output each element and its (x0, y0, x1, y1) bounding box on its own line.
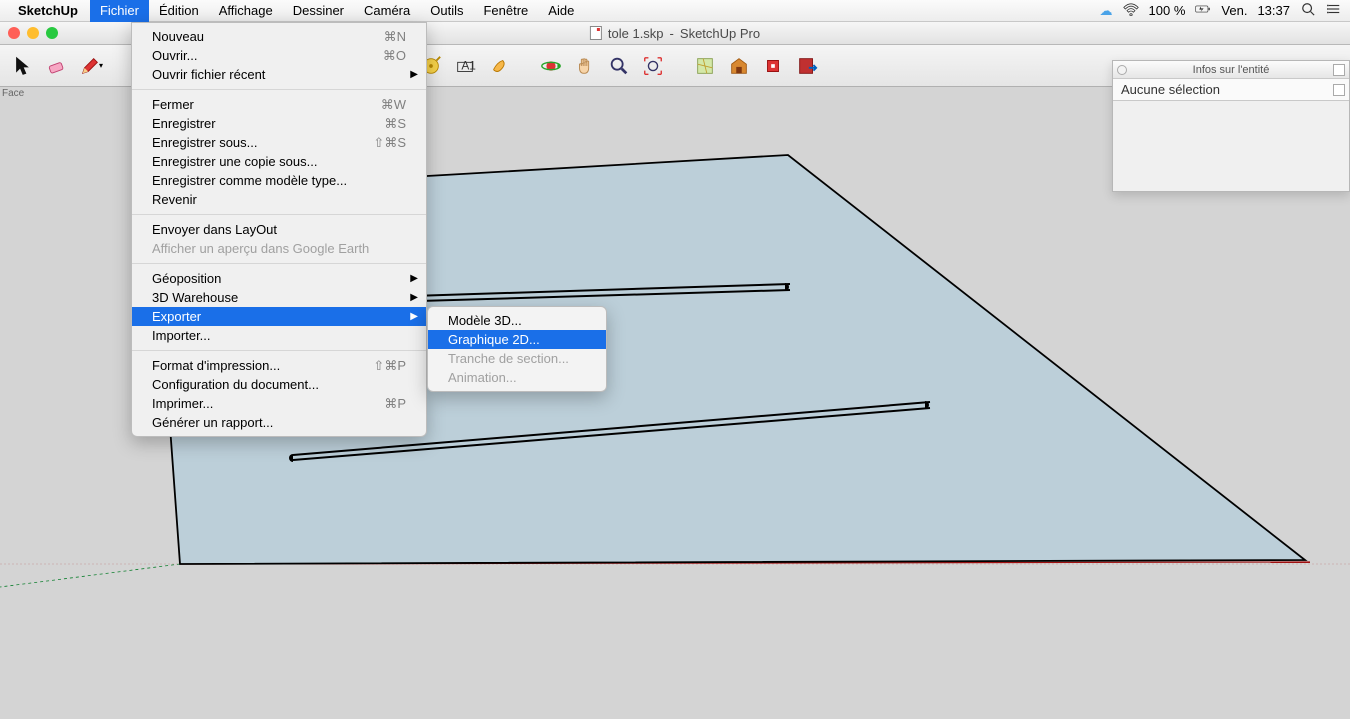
panel-close-icon[interactable] (1117, 65, 1127, 75)
document-name: tole 1.skp (608, 26, 664, 41)
menu-ouvrir[interactable]: Ouvrir...⌘O (132, 46, 426, 65)
panel-titlebar[interactable]: Infos sur l'entité (1113, 61, 1349, 79)
menu-dessiner[interactable]: Dessiner (283, 0, 354, 22)
menu-separator (132, 214, 426, 215)
panel-expand-icon[interactable] (1333, 84, 1345, 96)
title-separator: - (670, 26, 674, 41)
menu-nouveau[interactable]: Nouveau⌘N (132, 27, 426, 46)
submenu-tranche-section: Tranche de section... (428, 349, 606, 368)
menu-importer[interactable]: Importer... (132, 326, 426, 345)
menu-icon[interactable] (1326, 2, 1342, 19)
menu-affichage[interactable]: Affichage (209, 0, 283, 22)
battery-percent: 100 % (1149, 3, 1186, 18)
menu-format-impression[interactable]: Format d'impression...⇧⌘P (132, 356, 426, 375)
close-button[interactable] (8, 27, 20, 39)
menu-enregistrer-sous[interactable]: Enregistrer sous...⇧⌘S (132, 133, 426, 152)
menu-generer-rapport[interactable]: Générer un rapport... (132, 413, 426, 432)
panel-selection-row: Aucune sélection (1113, 79, 1349, 101)
menu-imprimer[interactable]: Imprimer...⌘P (132, 394, 426, 413)
status-label: Face (2, 88, 24, 99)
menu-separator (132, 89, 426, 90)
extension-warehouse-tool[interactable] (758, 51, 788, 81)
menu-enregistrer-modele[interactable]: Enregistrer comme modèle type... (132, 171, 426, 190)
zoom-tool[interactable] (604, 51, 634, 81)
app-name[interactable]: SketchUp (18, 3, 78, 18)
menu-ouvrir-recent[interactable]: Ouvrir fichier récent▶ (132, 65, 426, 84)
maximize-button[interactable] (46, 27, 58, 39)
spotlight-icon[interactable] (1300, 2, 1316, 19)
entity-info-panel: Infos sur l'entité Aucune sélection (1112, 60, 1350, 192)
menu-apercu-google-earth: Afficher un aperçu dans Google Earth (132, 239, 426, 258)
traffic-lights (8, 27, 58, 39)
submenu-modele-3d[interactable]: Modèle 3D... (428, 311, 606, 330)
panel-selection-text: Aucune sélection (1121, 82, 1220, 97)
send-to-layout-tool[interactable] (792, 51, 822, 81)
menu-enregistrer-copie[interactable]: Enregistrer une copie sous... (132, 152, 426, 171)
wifi-icon[interactable] (1123, 2, 1139, 19)
menu-aide[interactable]: Aide (538, 0, 584, 22)
menu-3d-warehouse[interactable]: 3D Warehouse▶ (132, 288, 426, 307)
menubar-time: 13:37 (1257, 3, 1290, 18)
svg-text:A1: A1 (461, 58, 476, 72)
chevron-right-icon: ▶ (410, 292, 418, 303)
battery-icon[interactable] (1195, 2, 1211, 19)
menu-fichier[interactable]: Fichier (90, 0, 149, 22)
panel-empty-area (1113, 101, 1349, 191)
3d-warehouse-tool[interactable] (724, 51, 754, 81)
orbit-tool[interactable] (536, 51, 566, 81)
pencil-tool[interactable]: ▾ (76, 51, 106, 81)
submenu-animation: Animation... (428, 368, 606, 387)
menu-revenir[interactable]: Revenir (132, 190, 426, 209)
dimension-tool[interactable]: A1 (450, 51, 480, 81)
zoom-extents-tool[interactable] (638, 51, 668, 81)
panel-collapse-icon[interactable] (1333, 64, 1345, 76)
document-icon (590, 26, 602, 40)
menu-separator (132, 350, 426, 351)
minimize-button[interactable] (27, 27, 39, 39)
chevron-right-icon: ▶ (410, 311, 418, 322)
mac-menubar: SketchUp Fichier Édition Affichage Dessi… (0, 0, 1350, 22)
menu-fermer[interactable]: Fermer⌘W (132, 95, 426, 114)
select-tool[interactable] (8, 51, 38, 81)
window-title: tole 1.skp - SketchUp Pro (590, 26, 760, 41)
submenu-graphique-2d[interactable]: Graphique 2D... (428, 330, 606, 349)
app-title: SketchUp Pro (680, 26, 760, 41)
menu-config-document[interactable]: Configuration du document... (132, 375, 426, 394)
menu-envoyer-layout[interactable]: Envoyer dans LayOut (132, 220, 426, 239)
file-menu: Nouveau⌘N Ouvrir...⌘O Ouvrir fichier réc… (131, 22, 427, 437)
panel-title-text: Infos sur l'entité (1193, 64, 1270, 76)
menu-fenetre[interactable]: Fenêtre (473, 0, 538, 22)
cloud-icon[interactable]: ☁ (1100, 3, 1113, 19)
chevron-right-icon: ▶ (410, 69, 418, 80)
menu-geoposition[interactable]: Géoposition▶ (132, 269, 426, 288)
paint-tool[interactable] (484, 51, 514, 81)
menu-edition[interactable]: Édition (149, 0, 209, 22)
menu-separator (132, 263, 426, 264)
pan-tool[interactable] (570, 51, 600, 81)
eraser-tool[interactable] (42, 51, 72, 81)
menu-outils[interactable]: Outils (420, 0, 473, 22)
menu-exporter[interactable]: Exporter▶ (132, 307, 426, 326)
export-submenu: Modèle 3D... Graphique 2D... Tranche de … (427, 306, 607, 392)
map-tool[interactable] (690, 51, 720, 81)
menu-camera[interactable]: Caméra (354, 0, 420, 22)
menubar-status: ☁ 100 % Ven. 13:37 (1100, 2, 1342, 19)
chevron-right-icon: ▶ (410, 273, 418, 284)
menubar-day: Ven. (1221, 3, 1247, 18)
menu-enregistrer[interactable]: Enregistrer⌘S (132, 114, 426, 133)
